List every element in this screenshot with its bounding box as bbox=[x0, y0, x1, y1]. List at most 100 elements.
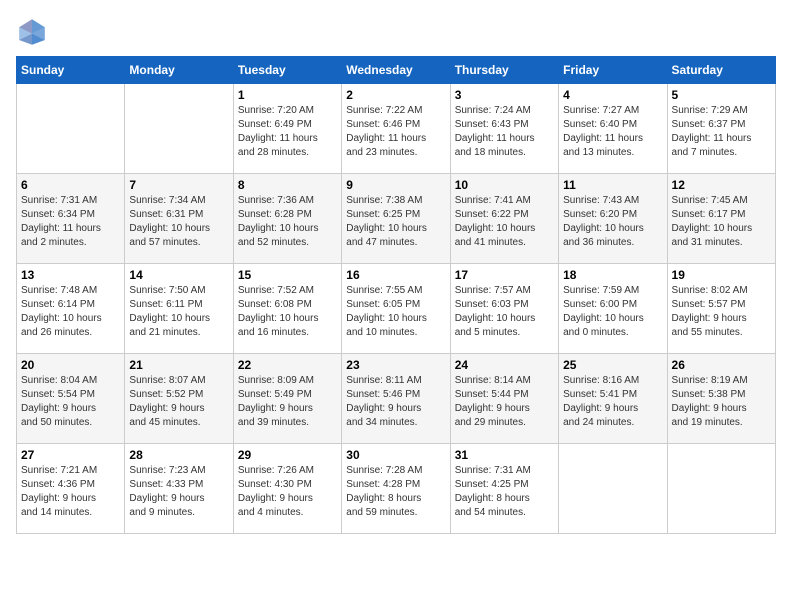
day-info: Sunrise: 7:50 AM Sunset: 6:11 PM Dayligh… bbox=[129, 284, 228, 340]
calendar-cell bbox=[125, 84, 233, 174]
day-number: 31 bbox=[455, 448, 554, 462]
day-info: Sunrise: 8:07 AM Sunset: 5:52 PM Dayligh… bbox=[129, 374, 228, 430]
day-info: Sunrise: 8:09 AM Sunset: 5:49 PM Dayligh… bbox=[238, 374, 337, 430]
day-number: 26 bbox=[672, 358, 771, 372]
calendar-cell: 9 Sunrise: 7:38 AM Sunset: 6:25 PM Daylig… bbox=[342, 174, 450, 264]
col-header-monday: Monday bbox=[125, 57, 233, 84]
day-info: Sunrise: 7:41 AM Sunset: 6:22 PM Dayligh… bbox=[455, 194, 554, 250]
calendar-cell: 27Sunrise: 7:21 AM Sunset: 4:36 PM Dayli… bbox=[17, 444, 125, 534]
calendar-cell: 20 Sunrise: 8:04 AM Sunset: 5:54 PM Dayli… bbox=[17, 354, 125, 444]
calendar-cell: 25Sunrise: 8:16 AM Sunset: 5:41 PM Dayli… bbox=[559, 354, 667, 444]
day-number: 6 bbox=[21, 178, 120, 192]
calendar-cell: 7 Sunrise: 7:34 AM Sunset: 6:31 PM Daylig… bbox=[125, 174, 233, 264]
day-number: 7 bbox=[129, 178, 228, 192]
col-header-tuesday: Tuesday bbox=[233, 57, 341, 84]
day-number: 27 bbox=[21, 448, 120, 462]
day-info: Sunrise: 7:27 AM Sunset: 6:40 PM Dayligh… bbox=[563, 104, 662, 160]
col-header-thursday: Thursday bbox=[450, 57, 558, 84]
calendar-cell: 8Sunrise: 7:36 AM Sunset: 6:28 PM Daylig… bbox=[233, 174, 341, 264]
calendar-cell: 1 Sunrise: 7:20 AM Sunset: 6:49 PM Daylig… bbox=[233, 84, 341, 174]
day-number: 12 bbox=[672, 178, 771, 192]
calendar-cell: 30Sunrise: 7:28 AM Sunset: 4:28 PM Dayli… bbox=[342, 444, 450, 534]
day-info: Sunrise: 7:22 AM Sunset: 6:46 PM Dayligh… bbox=[346, 104, 445, 160]
day-info: Sunrise: 7:34 AM Sunset: 6:31 PM Dayligh… bbox=[129, 194, 228, 250]
page-header bbox=[16, 16, 776, 48]
day-number: 13 bbox=[21, 268, 120, 282]
calendar-cell: 22 Sunrise: 8:09 AM Sunset: 5:49 PM Dayli… bbox=[233, 354, 341, 444]
calendar-cell: 6 Sunrise: 7:31 AM Sunset: 6:34 PM Daylig… bbox=[17, 174, 125, 264]
calendar-cell: 29 Sunrise: 7:26 AM Sunset: 4:30 PM Dayli… bbox=[233, 444, 341, 534]
day-info: Sunrise: 7:20 AM Sunset: 6:49 PM Dayligh… bbox=[238, 104, 337, 160]
calendar-cell: 12 Sunrise: 7:45 AM Sunset: 6:17 PM Dayli… bbox=[667, 174, 775, 264]
day-info: Sunrise: 7:57 AM Sunset: 6:03 PM Dayligh… bbox=[455, 284, 554, 340]
day-number: 19 bbox=[672, 268, 771, 282]
calendar-cell: 3 Sunrise: 7:24 AM Sunset: 6:43 PM Daylig… bbox=[450, 84, 558, 174]
day-info: Sunrise: 8:11 AM Sunset: 5:46 PM Dayligh… bbox=[346, 374, 445, 430]
day-number: 28 bbox=[129, 448, 228, 462]
col-header-friday: Friday bbox=[559, 57, 667, 84]
day-info: Sunrise: 7:43 AM Sunset: 6:20 PM Dayligh… bbox=[563, 194, 662, 250]
logo bbox=[16, 16, 52, 48]
day-info: Sunrise: 8:19 AM Sunset: 5:38 PM Dayligh… bbox=[672, 374, 771, 430]
calendar-cell bbox=[559, 444, 667, 534]
calendar-cell: 31 Sunrise: 7:31 AM Sunset: 4:25 PM Dayli… bbox=[450, 444, 558, 534]
day-info: Sunrise: 7:29 AM Sunset: 6:37 PM Dayligh… bbox=[672, 104, 771, 160]
calendar-week-row: 6 Sunrise: 7:31 AM Sunset: 6:34 PM Daylig… bbox=[17, 174, 776, 264]
calendar-cell: 2 Sunrise: 7:22 AM Sunset: 6:46 PM Daylig… bbox=[342, 84, 450, 174]
day-number: 3 bbox=[455, 88, 554, 102]
day-number: 9 bbox=[346, 178, 445, 192]
day-number: 24 bbox=[455, 358, 554, 372]
day-number: 22 bbox=[238, 358, 337, 372]
calendar-header-row: SundayMondayTuesdayWednesdayThursdayFrid… bbox=[17, 57, 776, 84]
calendar-week-row: 1 Sunrise: 7:20 AM Sunset: 6:49 PM Daylig… bbox=[17, 84, 776, 174]
col-header-sunday: Sunday bbox=[17, 57, 125, 84]
calendar-cell: 10Sunrise: 7:41 AM Sunset: 6:22 PM Dayli… bbox=[450, 174, 558, 264]
day-info: Sunrise: 7:45 AM Sunset: 6:17 PM Dayligh… bbox=[672, 194, 771, 250]
day-info: Sunrise: 7:31 AM Sunset: 4:25 PM Dayligh… bbox=[455, 464, 554, 520]
day-number: 21 bbox=[129, 358, 228, 372]
calendar-week-row: 13 Sunrise: 7:48 AM Sunset: 6:14 PM Dayli… bbox=[17, 264, 776, 354]
day-info: Sunrise: 7:36 AM Sunset: 6:28 PM Dayligh… bbox=[238, 194, 337, 250]
day-number: 2 bbox=[346, 88, 445, 102]
day-number: 23 bbox=[346, 358, 445, 372]
calendar-table: SundayMondayTuesdayWednesdayThursdayFrid… bbox=[16, 56, 776, 534]
logo-icon bbox=[16, 16, 48, 48]
calendar-cell: 19 Sunrise: 8:02 AM Sunset: 5:57 PM Dayli… bbox=[667, 264, 775, 354]
calendar-cell: 14 Sunrise: 7:50 AM Sunset: 6:11 PM Dayli… bbox=[125, 264, 233, 354]
day-number: 30 bbox=[346, 448, 445, 462]
day-info: Sunrise: 7:59 AM Sunset: 6:00 PM Dayligh… bbox=[563, 284, 662, 340]
calendar-cell: 28 Sunrise: 7:23 AM Sunset: 4:33 PM Dayli… bbox=[125, 444, 233, 534]
calendar-cell: 11 Sunrise: 7:43 AM Sunset: 6:20 PM Dayli… bbox=[559, 174, 667, 264]
col-header-saturday: Saturday bbox=[667, 57, 775, 84]
day-number: 20 bbox=[21, 358, 120, 372]
day-info: Sunrise: 7:26 AM Sunset: 4:30 PM Dayligh… bbox=[238, 464, 337, 520]
day-info: Sunrise: 8:04 AM Sunset: 5:54 PM Dayligh… bbox=[21, 374, 120, 430]
calendar-cell bbox=[667, 444, 775, 534]
day-info: Sunrise: 7:31 AM Sunset: 6:34 PM Dayligh… bbox=[21, 194, 120, 250]
day-info: Sunrise: 7:48 AM Sunset: 6:14 PM Dayligh… bbox=[21, 284, 120, 340]
day-number: 17 bbox=[455, 268, 554, 282]
day-number: 18 bbox=[563, 268, 662, 282]
calendar-cell: 26 Sunrise: 8:19 AM Sunset: 5:38 PM Dayli… bbox=[667, 354, 775, 444]
calendar-cell: 5 Sunrise: 7:29 AM Sunset: 6:37 PM Daylig… bbox=[667, 84, 775, 174]
calendar-cell: 17 Sunrise: 7:57 AM Sunset: 6:03 PM Dayli… bbox=[450, 264, 558, 354]
day-number: 5 bbox=[672, 88, 771, 102]
day-number: 4 bbox=[563, 88, 662, 102]
day-number: 29 bbox=[238, 448, 337, 462]
day-number: 14 bbox=[129, 268, 228, 282]
calendar-cell: 21 Sunrise: 8:07 AM Sunset: 5:52 PM Dayli… bbox=[125, 354, 233, 444]
calendar-cell: 24Sunrise: 8:14 AM Sunset: 5:44 PM Dayli… bbox=[450, 354, 558, 444]
calendar-week-row: 27Sunrise: 7:21 AM Sunset: 4:36 PM Dayli… bbox=[17, 444, 776, 534]
calendar-cell: 16Sunrise: 7:55 AM Sunset: 6:05 PM Dayli… bbox=[342, 264, 450, 354]
calendar-week-row: 20 Sunrise: 8:04 AM Sunset: 5:54 PM Dayli… bbox=[17, 354, 776, 444]
day-info: Sunrise: 7:38 AM Sunset: 6:25 PM Dayligh… bbox=[346, 194, 445, 250]
day-info: Sunrise: 7:52 AM Sunset: 6:08 PM Dayligh… bbox=[238, 284, 337, 340]
calendar-cell: 23 Sunrise: 8:11 AM Sunset: 5:46 PM Dayli… bbox=[342, 354, 450, 444]
day-info: Sunrise: 7:24 AM Sunset: 6:43 PM Dayligh… bbox=[455, 104, 554, 160]
day-info: Sunrise: 7:23 AM Sunset: 4:33 PM Dayligh… bbox=[129, 464, 228, 520]
calendar-cell: 4 Sunrise: 7:27 AM Sunset: 6:40 PM Daylig… bbox=[559, 84, 667, 174]
day-number: 11 bbox=[563, 178, 662, 192]
day-info: Sunrise: 8:02 AM Sunset: 5:57 PM Dayligh… bbox=[672, 284, 771, 340]
day-number: 15 bbox=[238, 268, 337, 282]
day-number: 1 bbox=[238, 88, 337, 102]
